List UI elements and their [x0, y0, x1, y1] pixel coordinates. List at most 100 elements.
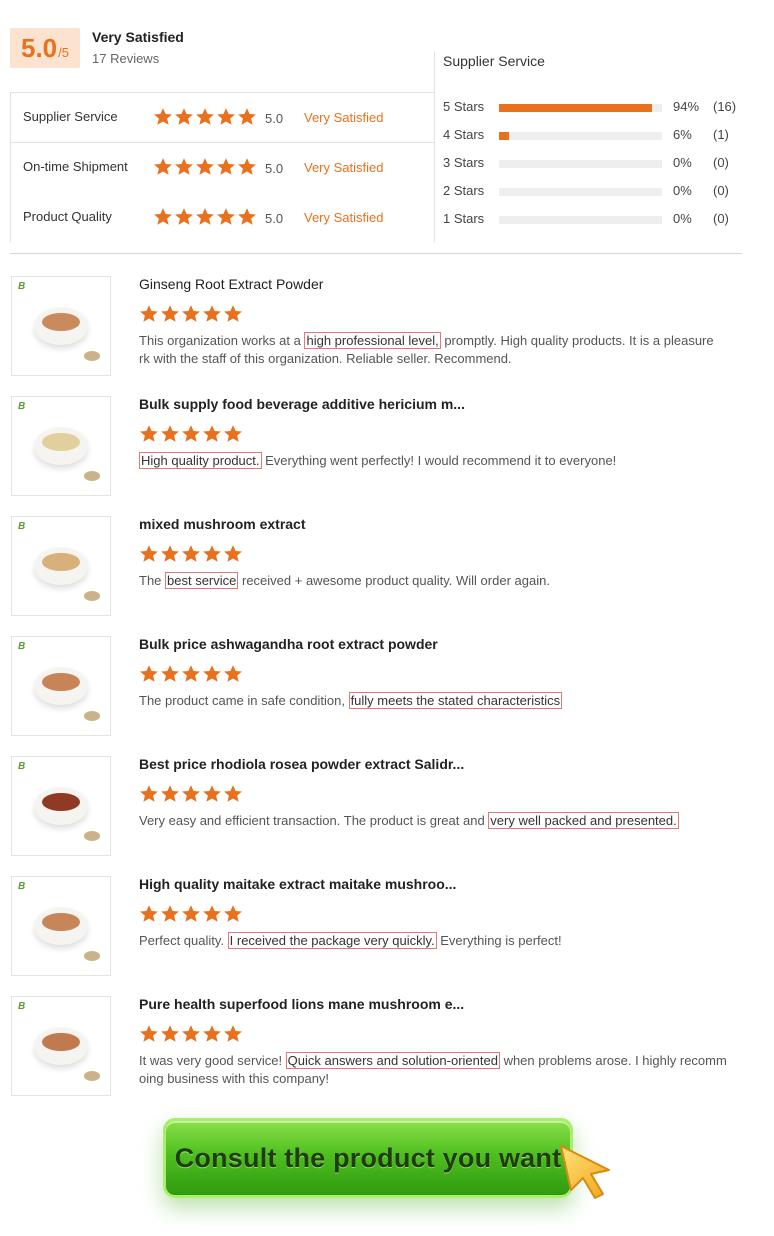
brand-logo: B: [18, 761, 26, 772]
overall-score-max: /5: [58, 45, 69, 60]
rating-text: Very Satisfied: [304, 210, 384, 225]
star-icon: [182, 425, 200, 442]
distribution-label: 3 Stars: [443, 155, 485, 170]
star-icon: [182, 305, 200, 322]
rating-label: Supplier Service: [23, 109, 118, 124]
distribution-count: (16): [713, 99, 737, 114]
star-icon: [203, 905, 221, 922]
distribution-row-1: 1 Stars 0% (0): [443, 211, 763, 231]
consult-product-label: Consult the product you want: [174, 1142, 562, 1173]
distribution-percent: 0%: [673, 155, 692, 170]
review-text-line2: rk with the staff of this organization. …: [139, 351, 512, 366]
overall-score: 5.0: [21, 33, 58, 63]
star-icon: [140, 1025, 158, 1042]
star-icon: [224, 785, 242, 802]
rating-stars: [153, 107, 257, 127]
star-icon: [161, 305, 179, 322]
distribution-bar-fill: [499, 104, 653, 112]
review-item: B Bulk supply food beverage additive her…: [11, 396, 771, 496]
product-thumbnail[interactable]: B: [11, 396, 111, 496]
star-icon: [182, 1025, 200, 1042]
review-text-before: It was very good service!: [139, 1053, 286, 1068]
star-icon: [140, 785, 158, 802]
brand-logo: B: [18, 641, 26, 652]
review-text-highlight: best service: [165, 572, 239, 589]
review-product-title[interactable]: Bulk supply food beverage additive heric…: [139, 396, 465, 412]
product-thumbnail[interactable]: B: [11, 876, 111, 976]
review-stars: [139, 544, 243, 564]
star-icon: [161, 1025, 179, 1042]
review-product-title[interactable]: Bulk price ashwagandha root extract powd…: [139, 636, 438, 652]
star-icon: [140, 305, 158, 322]
distribution-row-2: 2 Stars 0% (0): [443, 183, 763, 203]
distribution-bar-fill: [499, 132, 509, 140]
distribution-title: Supplier Service: [443, 53, 545, 69]
star-icon: [224, 905, 242, 922]
garnish-image: [84, 831, 100, 841]
review-text-highlight: I received the package very quickly.: [227, 932, 437, 949]
review-text: The product came in safe condition, full…: [139, 692, 769, 710]
rating-score: 5.0: [265, 211, 284, 226]
product-thumbnail[interactable]: B: [11, 996, 111, 1096]
star-icon: [203, 305, 221, 322]
star-icon: [182, 785, 200, 802]
star-icon: [161, 545, 179, 562]
review-product-title[interactable]: High quality maitake extract maitake mus…: [139, 876, 456, 892]
distribution-label: 2 Stars: [443, 183, 485, 198]
review-text: The best service received + awesome prod…: [139, 572, 769, 590]
distribution-percent: 0%: [673, 183, 692, 198]
review-stars: [139, 904, 243, 924]
distribution-label: 5 Stars: [443, 99, 485, 114]
star-icon: [175, 108, 193, 125]
distribution-bar-track: [499, 216, 662, 224]
star-icon: [238, 108, 256, 125]
star-icon: [140, 545, 158, 562]
powder-image: [42, 793, 80, 811]
product-thumbnail[interactable]: B: [11, 636, 111, 736]
review-text-after: Everything went perfectly! I would recom…: [261, 453, 617, 468]
star-icon: [140, 905, 158, 922]
review-product-title[interactable]: Best price rhodiola rosea powder extract…: [139, 756, 464, 772]
review-text: Very easy and efficient transaction. The…: [139, 812, 769, 830]
rating-stars: [153, 157, 257, 177]
review-text-before: The: [139, 573, 166, 588]
distribution-bar-track: [499, 132, 662, 140]
rating-stars: [153, 207, 257, 227]
garnish-image: [84, 711, 100, 721]
review-text-highlight: Quick answers and solution-oriented: [285, 1052, 500, 1069]
product-thumbnail[interactable]: B: [11, 756, 111, 856]
review-text-after: promptly. High quality products. It is a…: [440, 333, 714, 348]
rating-text: Very Satisfied: [304, 110, 384, 125]
review-text-after: when problems arose. I highly recomm: [499, 1053, 727, 1068]
distribution-count: (0): [713, 155, 729, 170]
overall-satisfaction-label: Very Satisfied: [92, 29, 184, 45]
vertical-divider: [434, 52, 435, 242]
overall-score-badge: 5.0 /5: [10, 28, 80, 68]
product-thumbnail[interactable]: B: [11, 276, 111, 376]
review-text-before: This organization works at a: [139, 333, 305, 348]
distribution-row-5: 5 Stars 94% (16): [443, 99, 763, 119]
review-text: Perfect quality. I received the package …: [139, 932, 769, 950]
review-count: 17 Reviews: [92, 51, 160, 66]
distribution-count: (0): [713, 183, 729, 198]
rating-score: 5.0: [265, 161, 284, 176]
review-product-title[interactable]: mixed mushroom extract: [139, 516, 306, 532]
review-product-title[interactable]: Pure health superfood lions mane mushroo…: [139, 996, 464, 1012]
review-text-after: Everything is perfect!: [436, 933, 562, 948]
consult-product-button[interactable]: Consult the product you want: [163, 1118, 573, 1198]
product-thumbnail[interactable]: B: [11, 516, 111, 616]
rating-text: Very Satisfied: [304, 160, 384, 175]
review-product-title[interactable]: Ginseng Root Extract Powder: [139, 276, 323, 292]
garnish-image: [84, 1071, 100, 1081]
garnish-image: [84, 351, 100, 361]
star-icon: [224, 665, 242, 682]
distribution-bar-track: [499, 160, 662, 168]
brand-logo: B: [18, 401, 26, 412]
star-icon: [203, 785, 221, 802]
review-text: This organization works at a high profes…: [139, 332, 769, 368]
star-icon: [140, 665, 158, 682]
distribution-label: 1 Stars: [443, 211, 485, 226]
powder-bowl-image: [34, 307, 88, 345]
star-icon: [203, 665, 221, 682]
review-text-highlight: very well packed and presented.: [488, 812, 679, 829]
